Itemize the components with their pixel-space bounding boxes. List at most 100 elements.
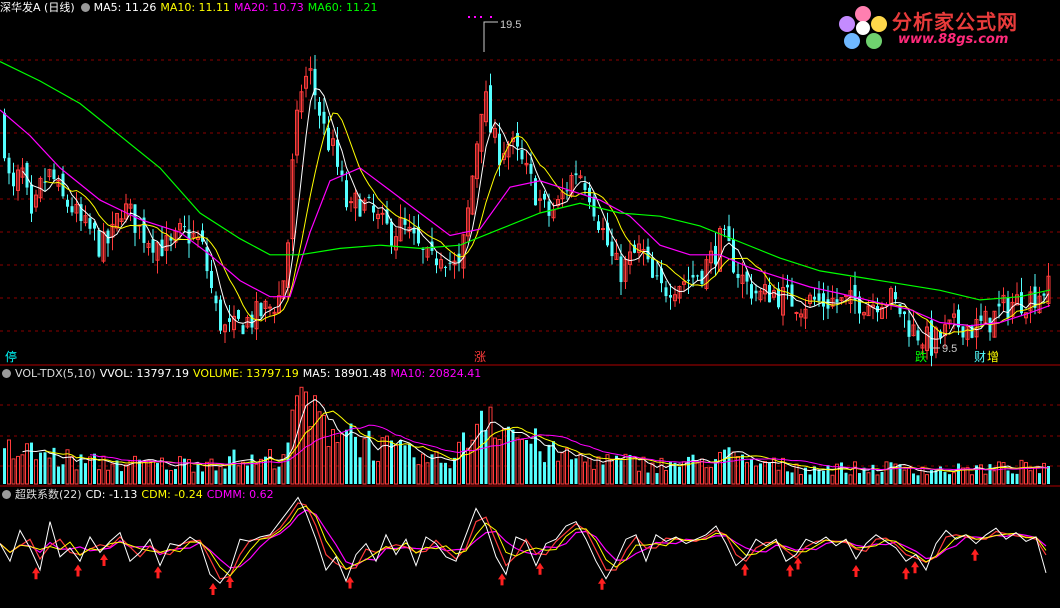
volume-bar <box>786 471 789 484</box>
candle-body <box>327 127 330 151</box>
volume-bar <box>907 467 911 485</box>
volume-bar <box>43 452 47 484</box>
volume-bar <box>619 460 623 484</box>
volume-bar <box>525 440 528 484</box>
candle-body <box>574 173 578 176</box>
volume-bar <box>475 423 479 485</box>
candle-body <box>696 275 699 277</box>
candle-body <box>516 133 519 147</box>
volume-bar <box>988 464 992 484</box>
volume-bar <box>174 468 177 484</box>
volume-bar <box>817 469 821 484</box>
chart-canvas[interactable]: 19.5 9.5 <box>0 0 1060 608</box>
volume-bar <box>470 439 475 485</box>
volume-bar <box>637 470 641 485</box>
volume-bar <box>286 442 290 484</box>
volume-bar <box>848 474 853 485</box>
volume-bar <box>704 467 709 485</box>
volume-bar <box>434 451 439 485</box>
buy-arrow-icon <box>911 561 919 574</box>
volume-bar <box>866 472 871 485</box>
candle-body <box>754 290 758 294</box>
candle-body <box>813 296 816 300</box>
volume-bar <box>997 461 1001 485</box>
candle-body <box>664 287 668 297</box>
candle-body <box>318 102 321 116</box>
volume-bar <box>934 470 938 484</box>
candle-body <box>651 258 654 278</box>
candle-body <box>7 157 11 174</box>
volume-bar <box>340 433 344 485</box>
candle-body <box>903 311 906 315</box>
volume-bar <box>587 457 592 485</box>
volume-bar <box>678 466 681 484</box>
volume-bar <box>776 469 781 485</box>
candle-body <box>93 222 96 229</box>
buy-arrow-icon <box>598 577 606 590</box>
candle-body <box>547 201 551 216</box>
buy-arrow-icon <box>852 565 860 577</box>
candle-body <box>750 284 753 299</box>
buy-arrow-icon <box>154 566 162 579</box>
volume-bar <box>507 426 510 484</box>
candle-body <box>435 258 438 266</box>
candle-body <box>133 204 137 233</box>
volume-bar <box>84 463 87 484</box>
volume-bar <box>826 465 830 484</box>
volume-bar <box>529 443 533 484</box>
volume-bar <box>484 430 488 484</box>
volume-bar <box>25 443 29 485</box>
volume-bar <box>822 470 825 484</box>
volume-bar <box>412 457 416 484</box>
volume-bar <box>39 452 42 484</box>
volume-bar <box>695 461 700 485</box>
candle-body <box>448 262 452 264</box>
volume-bar <box>912 473 915 484</box>
volume-bar <box>615 455 618 484</box>
volume-bar <box>790 472 794 484</box>
volume-bar <box>718 451 722 485</box>
candle-body <box>687 279 690 281</box>
volume-bar <box>493 437 497 485</box>
volume-bar <box>858 473 861 484</box>
candle-body <box>597 221 600 230</box>
volume-bar <box>655 473 659 484</box>
earnings-marker: 财 <box>974 350 987 364</box>
volume-ma20-line <box>89 424 1049 471</box>
volume-bar <box>241 461 245 485</box>
volume-bar <box>583 461 587 485</box>
volume-bar <box>1047 466 1050 484</box>
buy-arrow-icon <box>902 567 910 580</box>
ma5-line <box>22 87 1049 340</box>
cdmm-line <box>0 509 1047 569</box>
high-leader-line <box>483 21 498 52</box>
volume-bar <box>1011 473 1014 484</box>
volume-bar <box>610 458 614 485</box>
volume-bar <box>30 442 33 484</box>
volume-bar <box>146 459 151 485</box>
candle-body <box>601 228 605 231</box>
buy-arrow-icon <box>794 557 802 570</box>
candle-body <box>565 190 569 192</box>
volume-bar <box>948 474 951 484</box>
candle-body <box>345 180 348 208</box>
candle-body <box>817 293 821 301</box>
volume-bar <box>178 456 182 485</box>
volume-bar <box>570 459 573 484</box>
volume-bar <box>687 456 690 484</box>
candle-body <box>66 199 69 207</box>
volume-bar <box>1024 462 1028 485</box>
volume-bar <box>592 468 596 485</box>
candle-body <box>786 284 789 288</box>
volume-bar <box>61 464 65 484</box>
buy-arrow-icon <box>74 564 82 577</box>
volume-bar <box>345 429 348 484</box>
site-logo: 分析家公式网 www.88gs.com <box>834 4 1054 50</box>
volume-bar <box>218 465 223 485</box>
candle-body <box>907 320 911 337</box>
volume-bar <box>408 443 411 484</box>
volume-bar <box>502 428 506 485</box>
volume-bar <box>515 437 520 485</box>
volume-bar <box>664 469 668 485</box>
volume-bar <box>745 462 749 485</box>
